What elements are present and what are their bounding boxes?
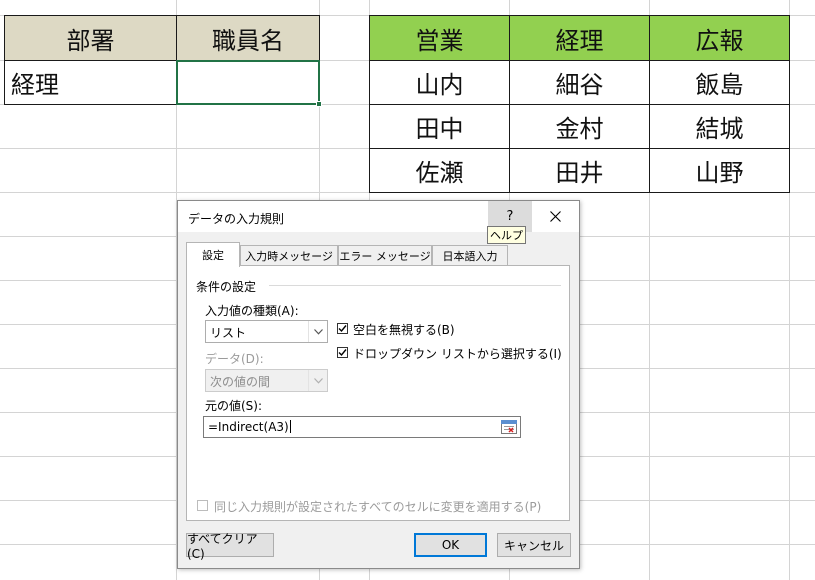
close-button[interactable]: [532, 201, 579, 232]
table-cell[interactable]: 佐瀬: [369, 148, 510, 193]
header-cell-accounting[interactable]: 経理: [509, 15, 650, 61]
cancel-button[interactable]: キャンセル: [497, 533, 571, 557]
clear-all-button[interactable]: すべてクリア(C): [186, 532, 274, 561]
dropdown-in-cell-label[interactable]: ドロップダウン リストから選択する(I): [353, 345, 562, 362]
ignore-blank-checkbox[interactable]: [337, 323, 348, 334]
cell-staff-name-selected[interactable]: [176, 60, 320, 105]
allow-dropdown-value: リスト: [210, 326, 247, 340]
data-validation-dialog: データの入力規則 ? ヘルプ 設定 入力時メッセージ エラー メッセージ 日本語…: [177, 200, 580, 569]
tab-input-message[interactable]: 入力時メッセージ: [240, 245, 338, 265]
tab-error-message[interactable]: エラー メッセージ: [338, 245, 432, 265]
header-cell-sales[interactable]: 営業: [369, 15, 510, 61]
header-cell-staff-name[interactable]: 職員名: [176, 15, 320, 61]
range-select-icon: [501, 420, 517, 434]
range-select-button[interactable]: [499, 418, 519, 436]
data-dropdown-value: 次の値の間: [210, 375, 271, 389]
header-cell-pr[interactable]: 広報: [649, 15, 790, 61]
table-cell[interactable]: 田井: [509, 148, 650, 193]
apply-all-label: 同じ入力規則が設定されたすべてのセルに変更を適用する(P): [214, 500, 542, 514]
settings-panel: 条件の設定 入力値の種類(A): リスト 空白を無視する(B) ドロップダウン …: [186, 265, 570, 521]
allow-dropdown[interactable]: リスト: [205, 320, 328, 343]
data-label: データ(D):: [205, 352, 264, 366]
checkmark-icon: [338, 325, 347, 333]
data-dropdown[interactable]: 次の値の間: [205, 369, 328, 392]
help-tooltip: ヘルプ: [487, 226, 526, 244]
close-icon: [550, 211, 561, 222]
section-title: 条件の設定: [196, 280, 257, 294]
ignore-blank-label[interactable]: 空白を無視する(B): [353, 321, 455, 338]
apply-all-checkbox[interactable]: [197, 500, 208, 511]
section-divider: [269, 285, 561, 286]
ok-button[interactable]: OK: [414, 533, 487, 557]
table-cell[interactable]: 飯島: [649, 60, 790, 105]
help-icon: ?: [506, 209, 514, 224]
table-cell[interactable]: 金村: [509, 104, 650, 149]
chevron-down-icon: [308, 370, 327, 391]
table-cell[interactable]: 田中: [369, 104, 510, 149]
dialog-title: データの入力規則: [188, 212, 285, 226]
table-cell[interactable]: 結城: [649, 104, 790, 149]
source-input-value: =Indirect(A3): [208, 420, 289, 434]
chevron-down-icon: [308, 321, 327, 342]
checkmark-icon: [338, 349, 347, 357]
text-caret: [289, 420, 291, 433]
fill-handle[interactable]: [316, 101, 322, 107]
tab-settings[interactable]: 設定: [186, 242, 240, 267]
cell-department-value[interactable]: 経理: [4, 60, 177, 105]
source-input[interactable]: =Indirect(A3): [203, 416, 521, 438]
tab-ime[interactable]: 日本語入力: [432, 245, 508, 265]
dropdown-in-cell-checkbox[interactable]: [337, 347, 348, 358]
table-cell[interactable]: 細谷: [509, 60, 650, 105]
allow-label: 入力値の種類(A):: [205, 304, 299, 318]
header-cell-department[interactable]: 部署: [4, 15, 177, 61]
table-cell[interactable]: 山内: [369, 60, 510, 105]
source-label: 元の値(S):: [205, 399, 263, 413]
table-cell[interactable]: 山野: [649, 148, 790, 193]
